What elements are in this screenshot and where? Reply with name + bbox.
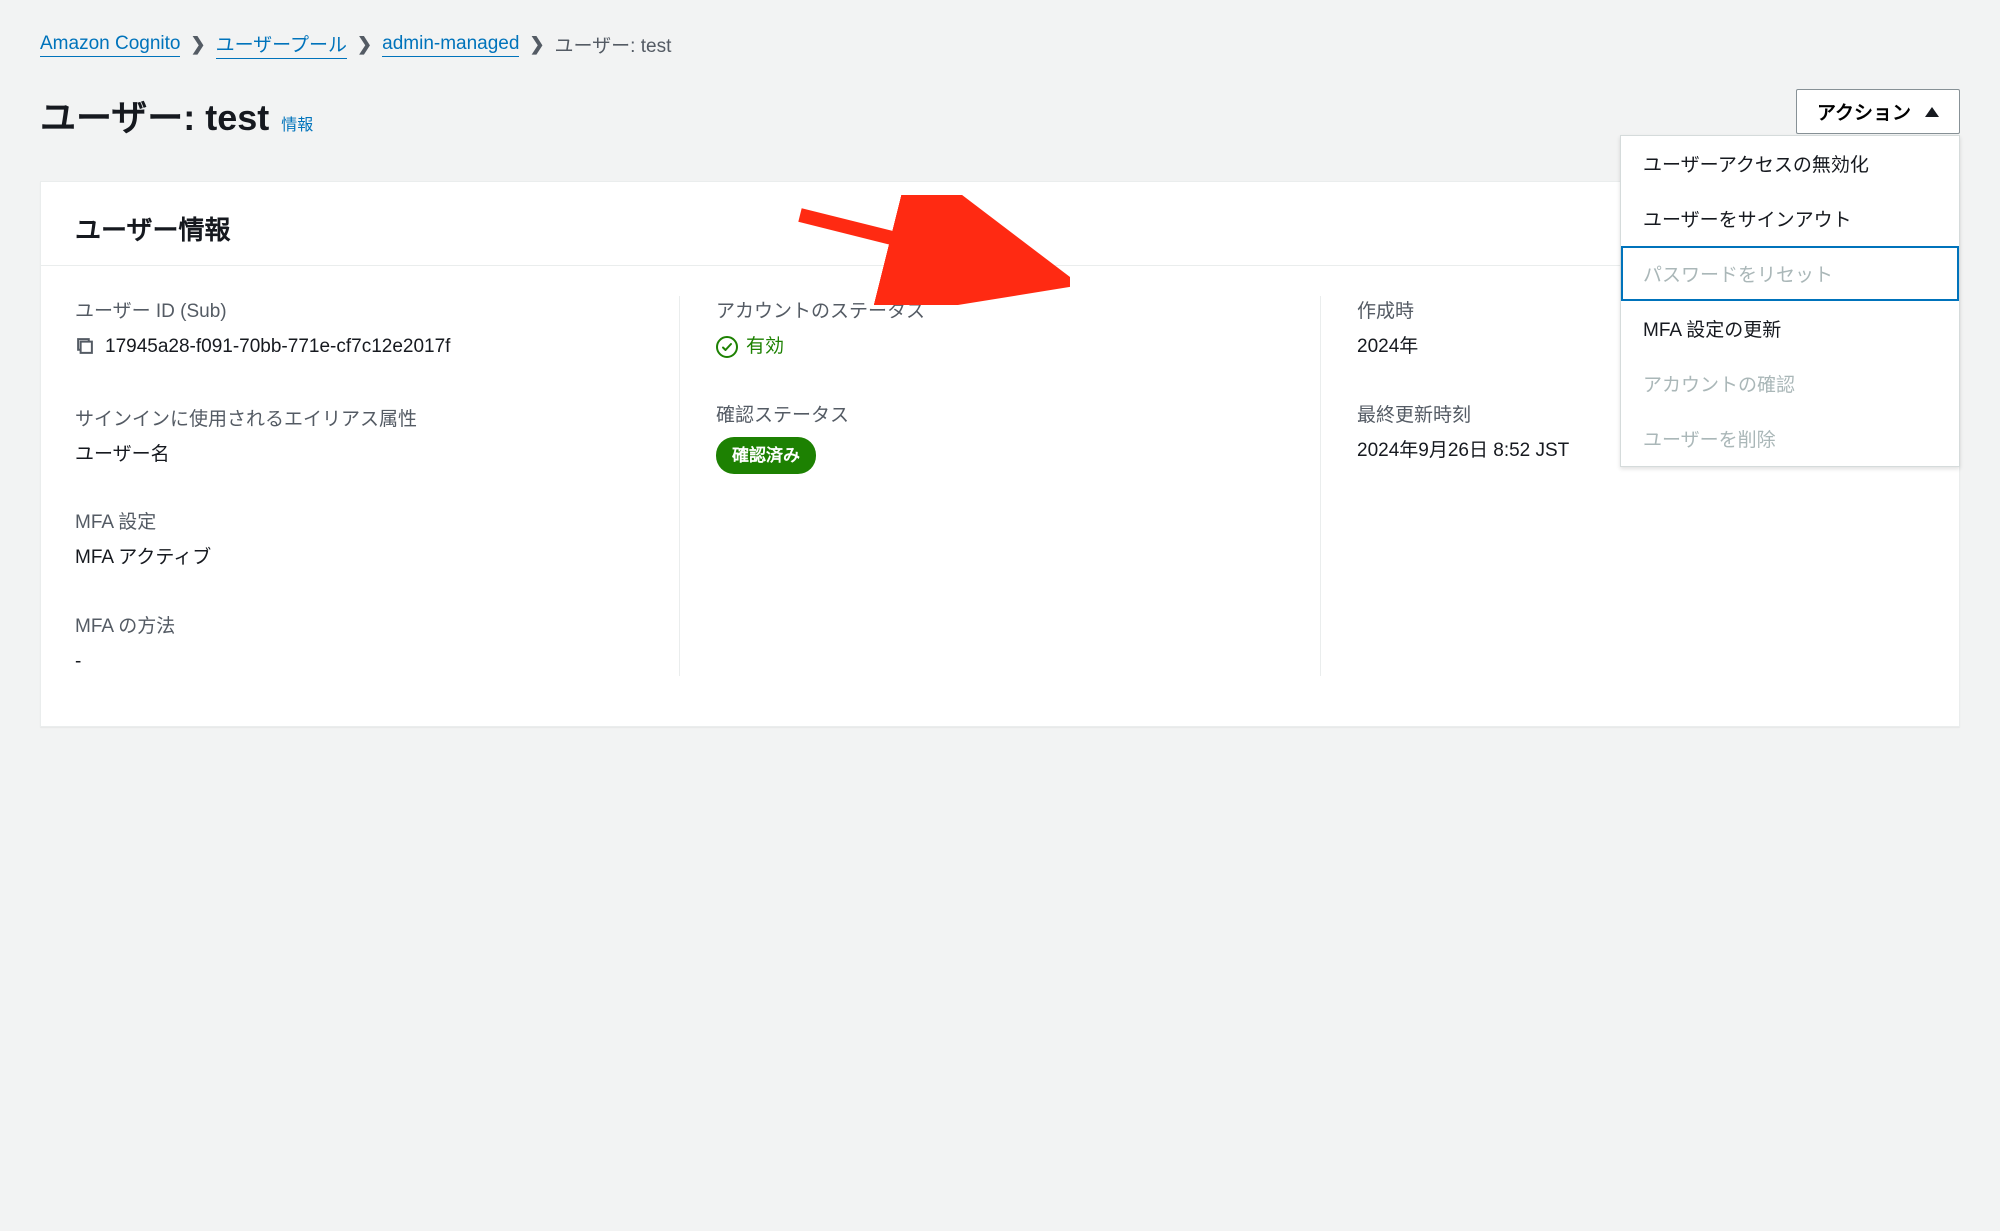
menu-confirm-account: アカウントの確認: [1621, 356, 1959, 411]
chevron-right-icon: ❯: [357, 34, 372, 55]
account-status-value: 有効: [746, 333, 784, 362]
copy-icon[interactable]: [75, 336, 95, 366]
actions-wrap: アクション ユーザーアクセスの無効化 ユーザーをサインアウト パスワードをリセッ…: [1796, 89, 1960, 134]
chevron-right-icon: ❯: [190, 34, 205, 55]
user-id-value-row: 17945a28-f091-70bb-771e-cf7c12e2017f: [75, 333, 643, 366]
field-mfa-setting: MFA 設定 MFA アクティブ: [75, 507, 643, 573]
mfa-setting-value: MFA アクティブ: [75, 544, 643, 573]
confirmed-badge: 確認済み: [716, 437, 816, 475]
breadcrumb-current: ユーザー: test: [555, 31, 672, 58]
actions-button[interactable]: アクション: [1796, 89, 1960, 134]
check-circle-icon: [716, 336, 738, 358]
breadcrumb-link-cognito[interactable]: Amazon Cognito: [40, 33, 180, 57]
mfa-setting-label: MFA 設定: [75, 507, 643, 534]
page-header: ユーザー: test 情報 アクション ユーザーアクセスの無効化 ユーザーをサイ…: [40, 89, 1960, 141]
actions-button-label: アクション: [1817, 98, 1911, 125]
field-mfa-method: MFA の方法 -: [75, 611, 643, 677]
account-status-label: アカウントのステータス: [716, 296, 1284, 323]
menu-delete-user: ユーザーを削除: [1621, 411, 1959, 466]
field-account-status: アカウントのステータス 有効: [716, 296, 1284, 362]
menu-disable-access[interactable]: ユーザーアクセスの無効化: [1621, 136, 1959, 191]
page-title-text: ユーザー: test: [40, 89, 269, 141]
menu-reset-password[interactable]: パスワードをリセット: [1621, 246, 1959, 301]
menu-signout[interactable]: ユーザーをサインアウト: [1621, 191, 1959, 246]
info-link[interactable]: 情報: [281, 111, 313, 135]
actions-dropdown: ユーザーアクセスの無効化 ユーザーをサインアウト パスワードをリセット MFA …: [1620, 135, 1960, 467]
page-title: ユーザー: test 情報: [40, 89, 313, 141]
field-alias: サインインに使用されるエイリアス属性 ユーザー名: [75, 404, 643, 470]
column-2: アカウントのステータス 有効 確認ステータス 確認済み: [716, 296, 1284, 676]
field-confirm-status: 確認ステータス 確認済み: [716, 400, 1284, 475]
alias-value: ユーザー名: [75, 441, 643, 470]
user-id-value: 17945a28-f091-70bb-771e-cf7c12e2017f: [105, 333, 450, 362]
mfa-method-value: -: [75, 648, 643, 677]
triangle-up-icon: [1925, 107, 1939, 117]
account-status-value-row: 有効: [716, 333, 1284, 362]
column-1: ユーザー ID (Sub) 17945a28-f091-70bb-771e-cf…: [75, 296, 643, 676]
user-id-label: ユーザー ID (Sub): [75, 296, 643, 323]
confirm-status-value-row: 確認済み: [716, 437, 1284, 475]
menu-update-mfa[interactable]: MFA 設定の更新: [1621, 301, 1959, 356]
breadcrumb: Amazon Cognito ❯ ユーザープール ❯ admin-managed…: [40, 30, 1960, 59]
breadcrumb-link-pool[interactable]: admin-managed: [382, 33, 519, 57]
breadcrumb-link-userpools[interactable]: ユーザープール: [216, 30, 347, 59]
field-user-id: ユーザー ID (Sub) 17945a28-f091-70bb-771e-cf…: [75, 296, 643, 366]
alias-label: サインインに使用されるエイリアス属性: [75, 404, 643, 431]
mfa-method-label: MFA の方法: [75, 611, 643, 638]
column-divider: [1320, 296, 1321, 676]
column-divider: [679, 296, 680, 676]
chevron-right-icon: ❯: [529, 34, 544, 55]
confirm-status-label: 確認ステータス: [716, 400, 1284, 427]
